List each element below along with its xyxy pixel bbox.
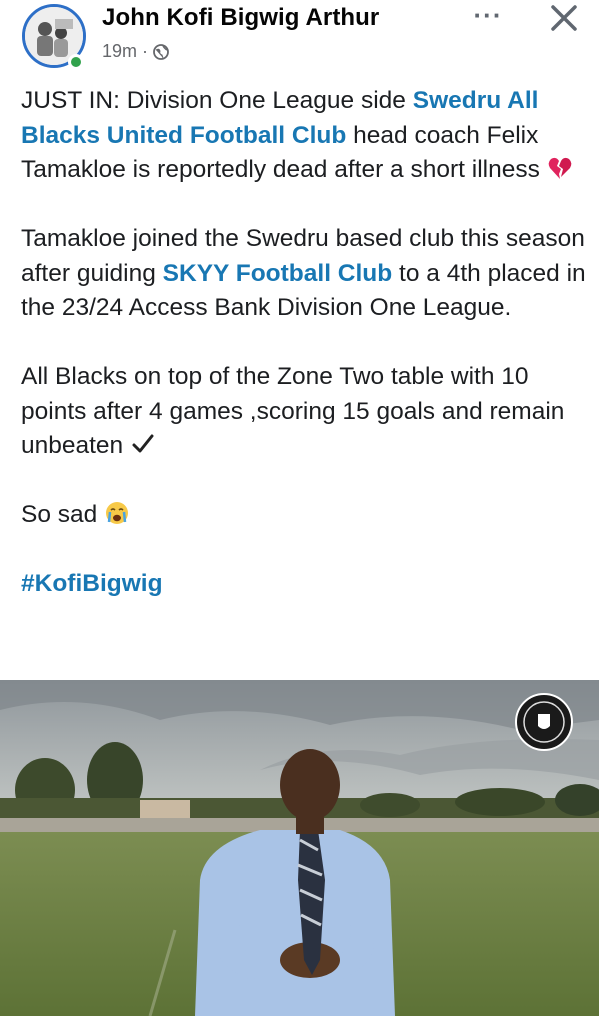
online-status-dot (68, 54, 84, 70)
mention-skyy-football-club[interactable]: SKYY Football Club (163, 260, 393, 287)
broken-heart-emoji (547, 155, 573, 181)
post-bottom-edge (0, 1016, 599, 1024)
author-name[interactable]: John Kofi Bigwig Arthur (102, 4, 379, 32)
post-paragraph-2: Tamakloe joined the Swedru based club th… (21, 222, 586, 326)
globe-icon[interactable] (153, 43, 169, 60)
check-mark-emoji (130, 431, 156, 457)
paragraph-text: JUST IN: Division One League side (21, 87, 413, 114)
close-icon[interactable] (546, 2, 582, 38)
post-header: John Kofi Bigwig Arthur 19m · ··· (0, 0, 599, 80)
meta-separator: · (142, 41, 149, 61)
crying-face-emoji (104, 500, 130, 526)
post-photo[interactable] (0, 680, 599, 1016)
post-meta: 19m · (102, 41, 169, 62)
more-options-button[interactable]: ··· (470, 0, 506, 36)
post-paragraph-3: All Blacks on top of the Zone Two table … (21, 360, 586, 464)
post-body: JUST IN: Division One League side Swedru… (21, 84, 586, 602)
author-avatar-wrapper[interactable] (22, 4, 86, 70)
post-paragraph-5: #KofiBigwig (21, 567, 586, 602)
post-time[interactable]: 19m (102, 41, 137, 62)
paragraph-text: So sad (21, 501, 105, 528)
post-paragraph-4: So sad (21, 498, 586, 533)
hashtag-link[interactable]: #KofiBigwig (21, 567, 163, 602)
paragraph-text: All Blacks on top of the Zone Two table … (21, 363, 565, 459)
post-paragraph-1: JUST IN: Division One League side Swedru… (21, 84, 586, 188)
